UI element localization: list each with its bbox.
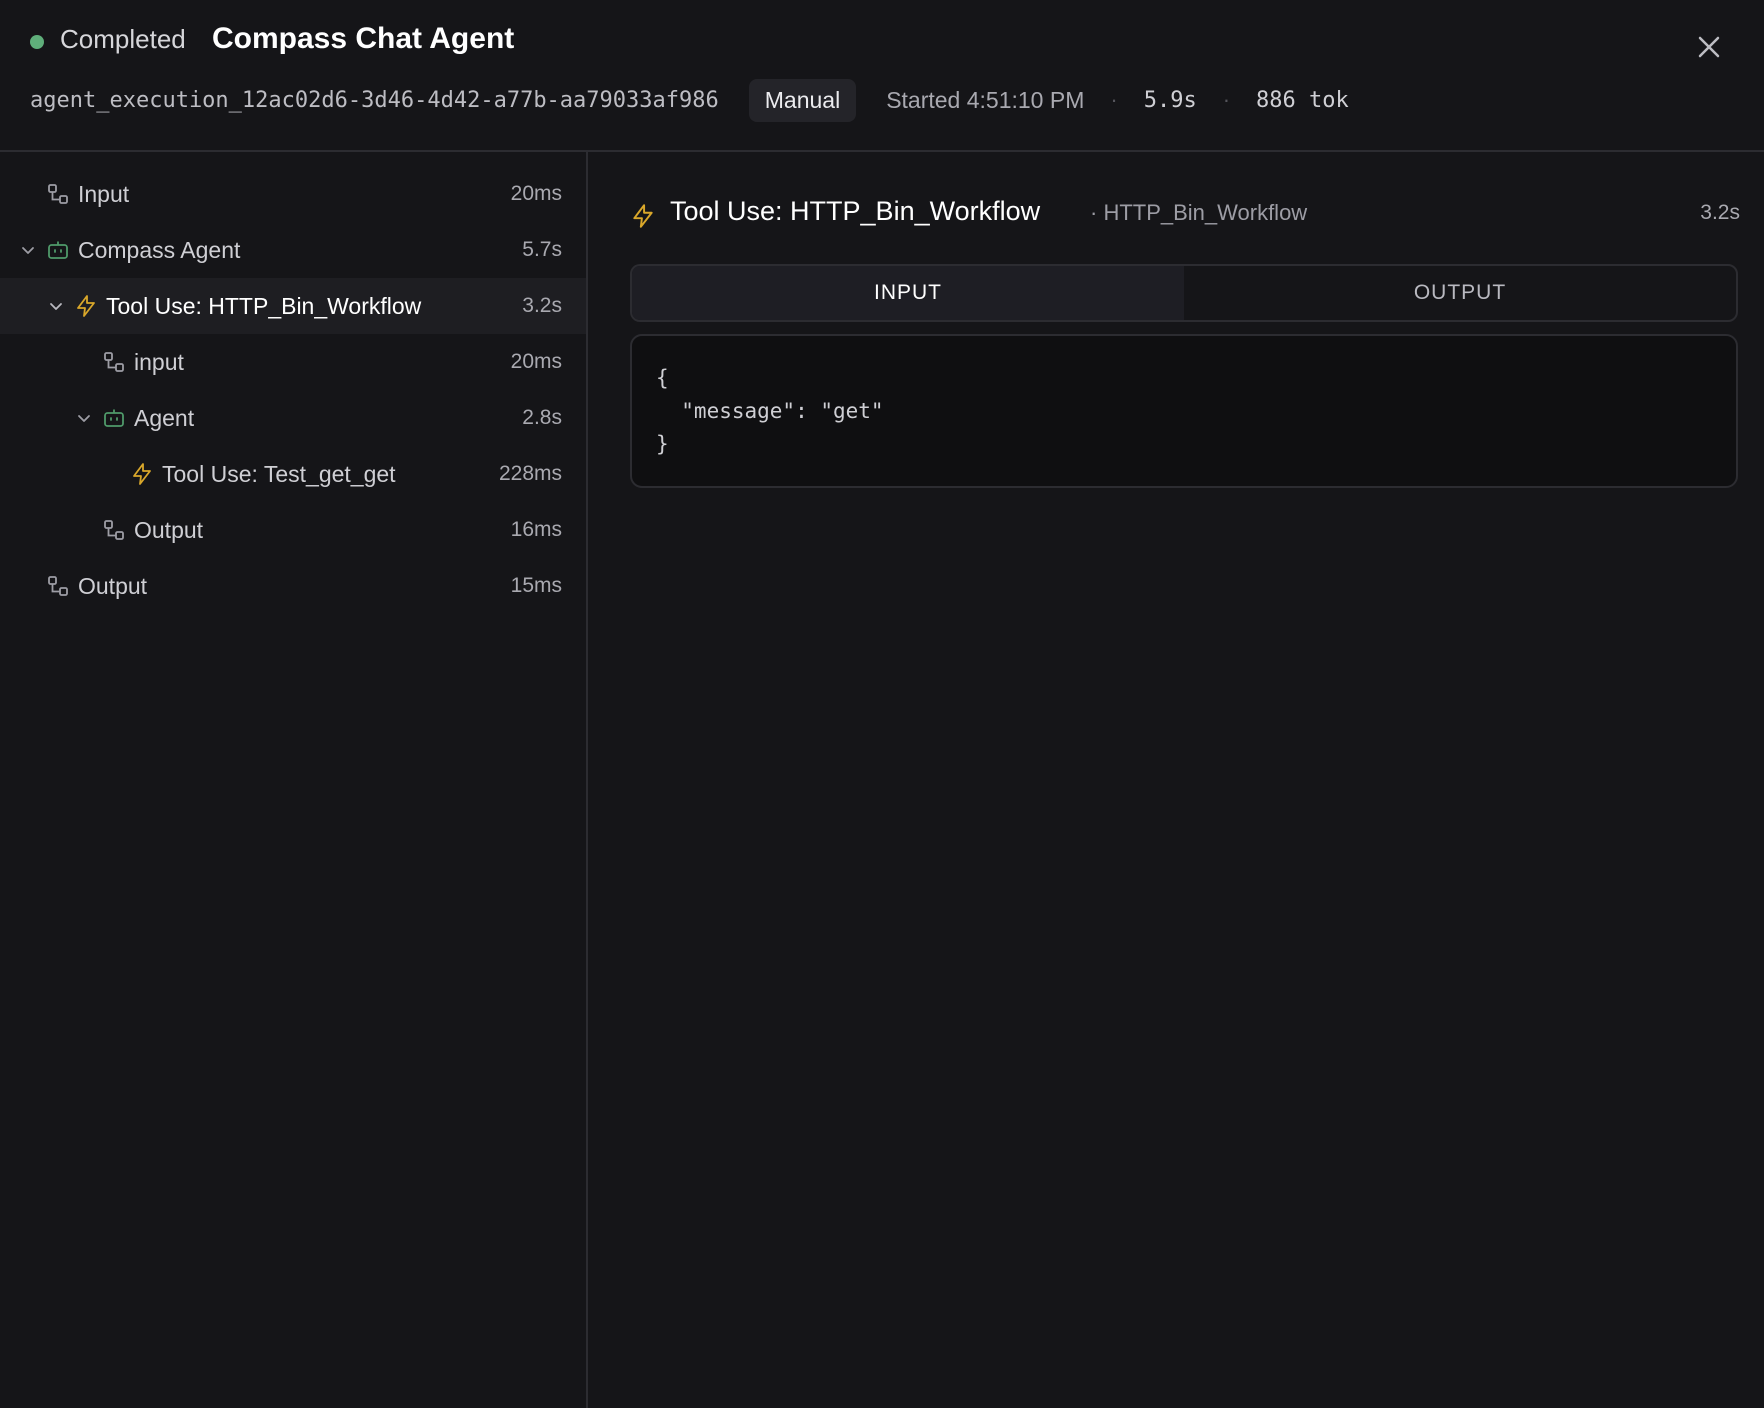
- page-title: Compass Chat Agent: [212, 22, 515, 55]
- tree-item-label: Output: [134, 516, 204, 543]
- tree-item-duration: 3.2s: [522, 294, 562, 317]
- tree-item-duration: 16ms: [510, 518, 562, 541]
- close-button[interactable]: [1694, 32, 1724, 62]
- chevron-down-icon[interactable]: [20, 242, 36, 258]
- tree-item-input-nested[interactable]: input 20ms: [0, 334, 586, 390]
- status-label: Completed: [60, 24, 186, 54]
- robot-icon: [48, 241, 68, 259]
- tree-item-duration: 15ms: [510, 574, 562, 597]
- execution-id: agent_execution_12ac02d6-3d46-4d42-a77b-…: [30, 87, 719, 113]
- flow-node-icon: [48, 184, 68, 204]
- duration-total: 5.9s: [1143, 87, 1197, 113]
- tree-item-label: Tool Use: HTTP_Bin_Workflow: [106, 292, 422, 319]
- tree-item-label: Agent: [134, 404, 195, 431]
- separator: ·: [1110, 87, 1118, 112]
- meta-row: agent_execution_12ac02d6-3d46-4d42-a77b-…: [30, 78, 1349, 122]
- status-dot: [30, 35, 44, 49]
- tree-item-duration: 2.8s: [522, 406, 562, 429]
- header: Completed Compass Chat Agent agent_execu…: [0, 0, 1764, 152]
- separator: ·: [1222, 87, 1231, 112]
- tree-item-compass-agent[interactable]: Compass Agent 5.7s: [0, 222, 586, 278]
- flow-node-icon: [104, 520, 124, 540]
- tree-item-agent[interactable]: Agent 2.8s: [0, 390, 586, 446]
- detail-duration: 3.2s: [1700, 201, 1740, 224]
- tree-item-tool-use-http-bin-workflow[interactable]: Tool Use: HTTP_Bin_Workflow 3.2s: [0, 278, 586, 334]
- io-tabs: INPUT OUTPUT: [630, 264, 1738, 322]
- tab-input[interactable]: INPUT: [632, 266, 1184, 320]
- tree-item-duration: 5.7s: [522, 238, 562, 261]
- tree-item-output-nested[interactable]: Output 16ms: [0, 502, 586, 558]
- chevron-down-icon[interactable]: [76, 410, 92, 426]
- tree-item-label: Output: [78, 572, 148, 599]
- close-icon: [1698, 36, 1720, 58]
- tree-item-label: Tool Use: Test_get_get: [162, 460, 396, 487]
- tree-item-label: input: [134, 348, 184, 375]
- detail-subtitle: · HTTP_Bin_Workflow: [1090, 200, 1308, 225]
- detail-panel: Tool Use: HTTP_Bin_Workflow · HTTP_Bin_W…: [590, 152, 1764, 1408]
- flow-node-icon: [48, 576, 68, 596]
- tree-item-input[interactable]: Input 20ms: [0, 166, 586, 222]
- tab-output[interactable]: OUTPUT: [1184, 266, 1736, 320]
- chevron-down-icon[interactable]: [48, 298, 64, 314]
- code-content: { "message": "get" }: [656, 366, 884, 456]
- detail-title: Tool Use: HTTP_Bin_Workflow: [670, 196, 1041, 226]
- trigger-badge: Manual: [748, 78, 857, 122]
- tree-item-output[interactable]: Output 15ms: [0, 558, 586, 614]
- robot-icon: [104, 409, 124, 427]
- started-time: Started 4:51:10 PM: [886, 86, 1085, 113]
- lightning-icon: [133, 463, 151, 485]
- tree-item-tool-use-test-get-get[interactable]: Tool Use: Test_get_get 228ms: [0, 446, 586, 502]
- tree-item-duration: 20ms: [510, 182, 562, 205]
- tree-item-duration: 228ms: [498, 462, 562, 485]
- token-count: 886 tok: [1256, 87, 1349, 113]
- lightning-icon: [633, 204, 653, 228]
- tree-item-label: Compass Agent: [78, 236, 241, 263]
- trace-tree: Input 20ms Compass Agent 5.7s Tool Use: …: [0, 152, 588, 1408]
- detail-header: Tool Use: HTTP_Bin_Workflow · HTTP_Bin_W…: [630, 196, 1740, 236]
- tree-item-duration: 20ms: [510, 350, 562, 373]
- lightning-icon: [77, 295, 95, 317]
- flow-node-icon: [104, 352, 124, 372]
- code-block: { "message": "get" }: [630, 334, 1738, 488]
- tree-item-label: Input: [78, 180, 130, 207]
